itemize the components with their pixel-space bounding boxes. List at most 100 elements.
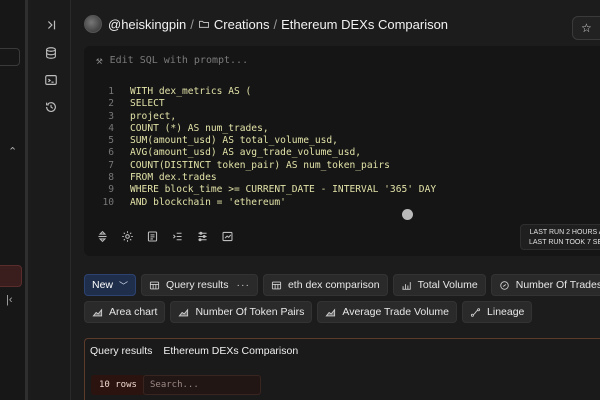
code-text[interactable]: WHERE block_time >= CURRENT_DATE - INTER… bbox=[114, 184, 436, 196]
results-title: Ethereum DEXs Comparison bbox=[163, 345, 299, 357]
last-run-duration: LAST RUN TOOK 7 SECONDS bbox=[529, 239, 600, 246]
code-text[interactable]: FROM dex.trades bbox=[114, 172, 217, 184]
favorite-button[interactable]: ☆ bbox=[572, 16, 600, 40]
app-window: ⌃ |‹ @heiskingpin / Creations / Ethereum… bbox=[0, 0, 600, 400]
new-label: New bbox=[92, 279, 114, 291]
results-tab-label: Query results bbox=[90, 345, 153, 357]
tab-query-results[interactable]: Query results ··· bbox=[141, 274, 258, 296]
panel-scrollbar[interactable] bbox=[25, 0, 28, 400]
table-icon bbox=[271, 281, 282, 289]
line-number: 4 bbox=[108, 122, 114, 134]
code-line[interactable]: 10 AND blockchain = 'ethereum' bbox=[84, 197, 600, 209]
code-text[interactable]: COUNT(DISTINCT token_pair) AS num_token_… bbox=[114, 160, 390, 172]
tab-label: Number Of Token Pairs bbox=[195, 306, 305, 318]
star-icon: ☆ bbox=[581, 21, 592, 35]
code-text[interactable]: AVG(amount_usd) AS avg_trade_volume_usd, bbox=[114, 147, 361, 159]
tab-label: Lineage bbox=[487, 306, 525, 318]
more-icon[interactable]: ··· bbox=[236, 279, 250, 291]
tab-label: Total Volume bbox=[417, 279, 478, 291]
code-line[interactable]: 4 COUNT (*) AS num_trades, bbox=[84, 123, 600, 135]
resize-handle[interactable] bbox=[402, 209, 413, 220]
chevron-down-icon: ﹀ bbox=[119, 280, 129, 291]
prompt-placeholder: Edit SQL with prompt... bbox=[109, 55, 249, 66]
new-visualization-button[interactable]: New ﹀ bbox=[84, 274, 137, 296]
breadcrumb-separator: / bbox=[190, 16, 194, 32]
history-icon[interactable] bbox=[43, 99, 59, 115]
area-chart-icon bbox=[178, 308, 189, 316]
tab-lineage[interactable]: Lineage bbox=[462, 301, 533, 323]
collapse-panel-icon[interactable]: |‹ bbox=[6, 294, 13, 306]
indent-icon[interactable] bbox=[165, 224, 189, 248]
line-number: 8 bbox=[108, 172, 114, 184]
results-search-input[interactable]: Search... bbox=[143, 375, 261, 395]
tab-label: Number Of Trades bbox=[515, 279, 600, 291]
line-number: 3 bbox=[108, 110, 114, 122]
tab-average-trade-volume[interactable]: Average Trade Volume bbox=[317, 301, 458, 323]
code-line[interactable]: 9 WHERE block_time >= CURRENT_DATE - INTE… bbox=[84, 184, 600, 196]
visualization-tabs-row-1: New ﹀ Query results ··· eth dex comparis… bbox=[84, 274, 600, 296]
line-number: 10 bbox=[102, 196, 114, 208]
code-line[interactable]: 8 FROM dex.trades bbox=[84, 172, 600, 184]
folder-icon bbox=[198, 18, 210, 30]
format-icon[interactable] bbox=[90, 224, 114, 248]
bar-chart-icon bbox=[401, 281, 411, 290]
left-panel-input[interactable] bbox=[0, 48, 20, 66]
tab-number-of-token-pairs[interactable]: Number Of Token Pairs bbox=[170, 301, 313, 323]
results-header: Query results Ethereum DEXs Comparison bbox=[90, 345, 298, 357]
tab-area-chart[interactable]: Area chart bbox=[84, 301, 166, 323]
breadcrumb-folder[interactable]: Creations bbox=[214, 17, 270, 32]
tab-label: eth dex comparison bbox=[287, 279, 380, 291]
row-count-badge: 10 rows bbox=[91, 375, 145, 395]
page-title: Ethereum DEXs Comparison bbox=[281, 16, 449, 32]
editor-toolbar bbox=[90, 224, 240, 248]
code-text[interactable]: SUM(amount_usd) AS total_volume_usd, bbox=[114, 135, 338, 147]
results-panel: Query results Ethereum DEXs Comparison 1… bbox=[84, 338, 600, 400]
edit-with-prompt[interactable]: ⚒ Edit SQL with prompt... bbox=[96, 54, 248, 67]
breadcrumb-separator-2: / bbox=[273, 16, 278, 32]
left-panel-selected-item[interactable] bbox=[0, 265, 22, 287]
area-chart-icon bbox=[92, 308, 103, 316]
line-number: 6 bbox=[108, 147, 114, 159]
code-area[interactable]: 1 WITH dex_metrics AS (2 SELECT 3 project, 4 C… bbox=[84, 86, 600, 209]
code-text[interactable]: COUNT (*) AS num_trades, bbox=[114, 123, 269, 135]
code-line[interactable]: 7 COUNT(DISTINCT token_pair) AS num_token… bbox=[84, 160, 600, 172]
code-text[interactable]: SELECT bbox=[114, 98, 165, 110]
left-panel: ⌃ |‹ bbox=[0, 0, 28, 400]
code-text[interactable]: project, bbox=[114, 111, 176, 123]
terminal-icon[interactable] bbox=[43, 72, 59, 88]
tab-label: Average Trade Volume bbox=[342, 306, 450, 318]
chart-share-icon[interactable] bbox=[215, 224, 239, 248]
notes-icon[interactable] bbox=[140, 224, 164, 248]
magic-wand-icon: ⚒ bbox=[96, 54, 103, 67]
expand-sidebar-icon[interactable] bbox=[43, 17, 59, 33]
code-line[interactable]: 6 AVG(amount_usd) AS avg_trade_volume_usd… bbox=[84, 147, 600, 159]
tab-number-of-trades[interactable]: Number Of Trades bbox=[490, 274, 600, 296]
sql-editor[interactable]: ⚒ Edit SQL with prompt... 1 WITH dex_metr… bbox=[84, 46, 600, 256]
code-line[interactable]: 1 WITH dex_metrics AS ( bbox=[84, 86, 600, 98]
line-number: 5 bbox=[108, 135, 114, 147]
main-area: @heiskingpin / Creations / Ethereum DEXs… bbox=[72, 0, 600, 400]
code-line[interactable]: 5 SUM(amount_usd) AS total_volume_usd, bbox=[84, 135, 600, 147]
line-number: 1 bbox=[108, 86, 114, 97]
code-text[interactable]: AND blockchain = 'ethereum' bbox=[114, 197, 286, 209]
lineage-icon bbox=[470, 307, 481, 317]
settings-icon[interactable] bbox=[115, 224, 139, 248]
database-icon[interactable] bbox=[43, 45, 59, 61]
last-run-info: LAST RUN 2 HOURS AGO LAST RUN TOOK 7 SEC… bbox=[520, 224, 600, 250]
breadcrumb: @heiskingpin / Creations / Ethereum DEXs… bbox=[72, 0, 600, 48]
area-chart-icon bbox=[325, 308, 336, 316]
code-text[interactable]: WITH dex_metrics AS ( bbox=[114, 86, 251, 98]
visualization-tabs-row-2: Area chart Number Of Token Pairs Average… bbox=[84, 301, 537, 323]
tab-total-volume[interactable]: Total Volume bbox=[392, 274, 486, 296]
tab-eth-dex-comparison[interactable]: eth dex comparison bbox=[262, 274, 388, 296]
chevron-updown-icon[interactable]: ⌃ bbox=[8, 145, 17, 158]
line-number: 7 bbox=[108, 159, 114, 171]
code-line[interactable]: 2 SELECT bbox=[84, 98, 600, 110]
code-line[interactable]: 3 project, bbox=[84, 111, 600, 123]
sliders-icon[interactable] bbox=[190, 224, 214, 248]
line-number: 9 bbox=[108, 184, 114, 196]
avatar[interactable] bbox=[84, 15, 102, 33]
table-icon bbox=[149, 281, 160, 289]
tab-label: Query results bbox=[166, 279, 229, 291]
breadcrumb-user[interactable]: @heiskingpin bbox=[108, 17, 186, 32]
